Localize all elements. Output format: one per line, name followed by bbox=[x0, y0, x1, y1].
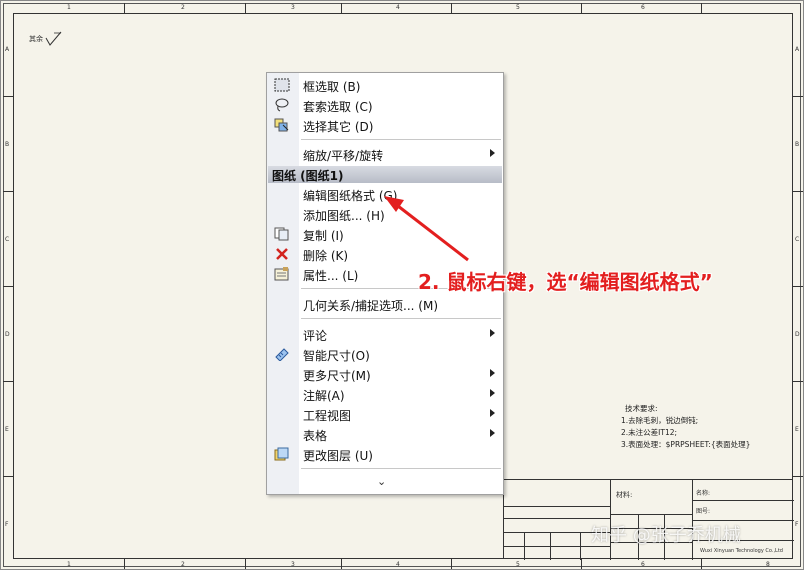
annotation-text: 2. 鼠标右键，选“编辑图纸格式” bbox=[418, 270, 713, 294]
